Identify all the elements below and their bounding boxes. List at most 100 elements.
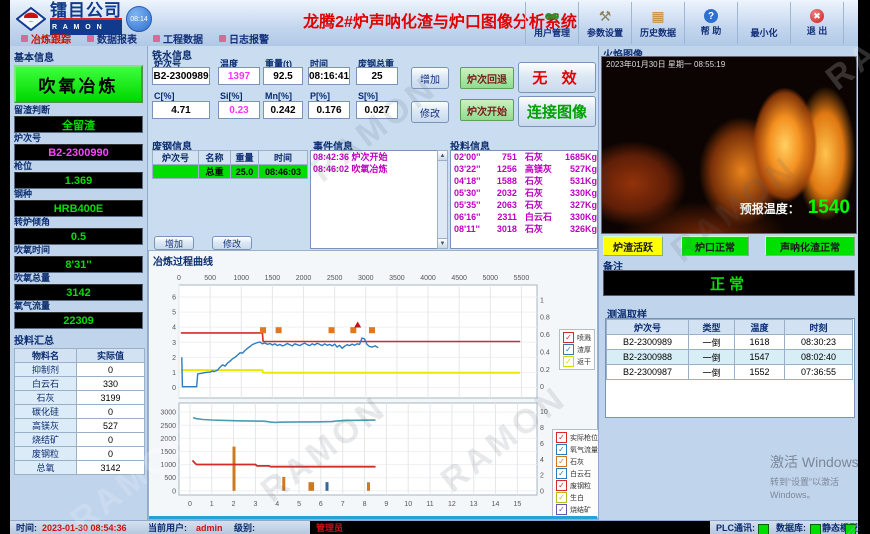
hm-input-S[%][interactable]: 0.027 — [356, 101, 398, 119]
field-value: HRB400E — [14, 200, 143, 217]
table-row[interactable]: B2-2300987一倒155207:36:55 — [607, 365, 853, 380]
exit-button[interactable]: 退 出 — [791, 2, 844, 44]
legend-item-喷溅[interactable]: ✓喷溅 — [563, 332, 591, 343]
feeding-item[interactable]: 03'22''1256高镁灰527Kg — [451, 163, 597, 175]
svg-text:0.6: 0.6 — [540, 332, 550, 339]
scroll-down-icon[interactable]: ▼ — [438, 238, 447, 248]
feeding-cell: 527Kg — [556, 163, 597, 175]
hm-input-时间[interactable]: 08:16:41 — [308, 67, 350, 85]
table-row[interactable]: B2-2300989一倒161808:30:23 — [607, 335, 853, 350]
column-header: 温度 — [735, 320, 785, 335]
legend-item-烧结矿[interactable]: ✓烧结矿 — [556, 504, 598, 515]
events-list: 08:42:36 炉次开始08:46:02 吹氧冶炼 — [310, 150, 439, 249]
feeding-cell: 石灰 — [525, 175, 556, 187]
svg-text:10: 10 — [540, 409, 548, 416]
event-item[interactable]: 08:42:36 炉次开始 — [311, 151, 438, 163]
table-cell: 废钢粒 — [15, 447, 77, 461]
legend-checkbox-icon[interactable]: ✓ — [563, 332, 574, 343]
legend-checkbox-icon[interactable]: ✓ — [563, 356, 574, 367]
tab-label: 日志报警 — [229, 31, 269, 46]
feeding-cell: 330Kg — [556, 211, 597, 223]
legend-item-白云石[interactable]: ✓白云石 — [556, 468, 598, 479]
connect-image-button[interactable]: 连接图像 — [518, 96, 596, 127]
hm-input-重量(t)[interactable]: 92.5 — [263, 67, 303, 85]
status-button-炉渣活跃[interactable]: 炉渣活跃 — [603, 236, 663, 256]
scrap-modify-button[interactable]: 修改 — [212, 236, 252, 250]
tab-工程数据[interactable]: 工程数据 — [146, 30, 210, 46]
tools-icon — [599, 8, 612, 25]
table-cell: 碳化硅 — [15, 405, 77, 419]
tab-icon — [21, 35, 28, 42]
help-button[interactable]: 帮 助 — [685, 2, 738, 44]
feeding-item[interactable]: 06'16''2311白云石330Kg — [451, 211, 597, 223]
legend-checkbox-icon[interactable]: ✓ — [556, 444, 567, 455]
scroll-up-icon[interactable]: ▲ — [438, 151, 447, 161]
legend-checkbox-icon[interactable]: ✓ — [563, 344, 574, 355]
invalid-button[interactable]: 无 效 — [518, 62, 596, 93]
hm-input-废钢总重[interactable]: 25 — [356, 67, 398, 85]
scrap-add-button[interactable]: 增加 — [154, 236, 194, 250]
table-cell: 一倒 — [689, 350, 735, 365]
legend-checkbox-icon[interactable]: ✓ — [556, 468, 567, 479]
feeding-cell: 751 — [487, 151, 517, 163]
users-button[interactable]: 用户管理 — [525, 2, 579, 44]
feeding-item[interactable]: 08'11''3018石灰326Kg — [451, 223, 597, 235]
heat-back-button[interactable]: 炉次回退 — [460, 67, 514, 89]
legend-checkbox-icon[interactable]: ✓ — [556, 432, 567, 443]
hot-metal-modify-button[interactable]: 修改 — [411, 101, 449, 123]
hm-input-Mn[%][interactable]: 0.242 — [263, 101, 303, 119]
event-item[interactable]: 08:46:02 吹氧冶炼 — [311, 163, 438, 175]
status-button-声呐化渣正常[interactable]: 声呐化渣正常 — [765, 236, 855, 256]
toolbar-button-label: 退 出 — [807, 24, 828, 37]
tools-button[interactable]: 参数设置 — [579, 2, 632, 44]
legend-item-氧气流量[interactable]: ✓氧气流量 — [556, 444, 598, 455]
toolbar-button-label: 帮 助 — [701, 24, 722, 37]
hm-input-P[%][interactable]: 0.176 — [308, 101, 350, 119]
feeding-cell: 03'22'' — [454, 163, 487, 175]
table-cell: 0 — [77, 447, 145, 461]
smelting-state-button[interactable]: 吹氧冶炼 — [14, 65, 143, 103]
tab-冶炼跟踪[interactable]: 冶炼跟踪 — [14, 30, 78, 46]
resize-grip[interactable] — [847, 524, 857, 534]
field-留渣判断: 留渣判断全留渣 — [14, 105, 143, 133]
status-button-炉口正常[interactable]: 炉口正常 — [681, 236, 749, 256]
legend-item-实际枪位[interactable]: ✓实际枪位 — [556, 432, 598, 443]
legend-item-废钢粒[interactable]: ✓废钢粒 — [556, 480, 598, 491]
db-label: 数据库: — [776, 522, 806, 534]
history-button[interactable]: 历史数据 — [632, 2, 685, 44]
feeding-item[interactable]: 05'35''2063石灰327Kg — [451, 199, 597, 211]
feeding-item[interactable]: 04'18''1588石灰531Kg — [451, 175, 597, 187]
minimize-button[interactable]: 最小化 — [738, 2, 791, 44]
feeding-cell: 08'11'' — [454, 223, 487, 235]
legend-item-生白[interactable]: ✓生白 — [556, 492, 598, 503]
svg-text:2000: 2000 — [296, 275, 312, 282]
heat-start-button[interactable]: 炉次开始 — [460, 99, 514, 121]
events-scrollbar[interactable]: ▲ ▼ — [437, 150, 448, 249]
hot-metal-add-button[interactable]: 增加 — [411, 67, 449, 89]
svg-text:3: 3 — [172, 340, 176, 347]
logo-icon — [16, 7, 46, 31]
table-row[interactable]: B2-2300988一倒154708:02:40 — [607, 350, 853, 365]
svg-text:8: 8 — [363, 501, 367, 508]
bottom-chart-legend: ✓实际枪位✓氧气流量✓石灰✓白云石✓废钢粒✓生白✓烧结矿 — [552, 429, 602, 518]
feeding-item[interactable]: 05'30''2032石灰330Kg — [451, 187, 597, 199]
legend-checkbox-icon[interactable]: ✓ — [556, 480, 567, 491]
hm-input-C[%][interactable]: 4.71 — [152, 101, 210, 119]
hm-input-Si[%][interactable]: 0.23 — [218, 101, 260, 119]
feeding-cell: 04'18'' — [454, 175, 487, 187]
legend-item-石灰[interactable]: ✓石灰 — [556, 456, 598, 467]
legend-item-返干[interactable]: ✓返干 — [563, 356, 591, 367]
status-bar: 时间: 2023-01-30 08:54:36 当前用户: admin 级别: … — [10, 520, 858, 534]
legend-checkbox-icon[interactable]: ✓ — [556, 504, 567, 515]
hm-input-温度[interactable]: 1397 — [218, 67, 260, 85]
hm-input-炉次号[interactable]: B2-2300989 — [152, 67, 210, 85]
tab-日志报警[interactable]: 日志报警 — [212, 30, 276, 46]
tab-数据报表[interactable]: 数据报表 — [80, 30, 144, 46]
feeding-item[interactable]: 02'00''751石灰1685Kg — [451, 151, 597, 163]
legend-label: 烧结矿 — [570, 505, 591, 515]
table-row[interactable]: 总重25.008:46:03 — [153, 165, 308, 179]
legend-checkbox-icon[interactable]: ✓ — [556, 456, 567, 467]
table-cell: B2-2300989 — [607, 335, 689, 350]
legend-item-渣厚[interactable]: ✓渣厚 — [563, 344, 591, 355]
legend-checkbox-icon[interactable]: ✓ — [556, 492, 567, 503]
